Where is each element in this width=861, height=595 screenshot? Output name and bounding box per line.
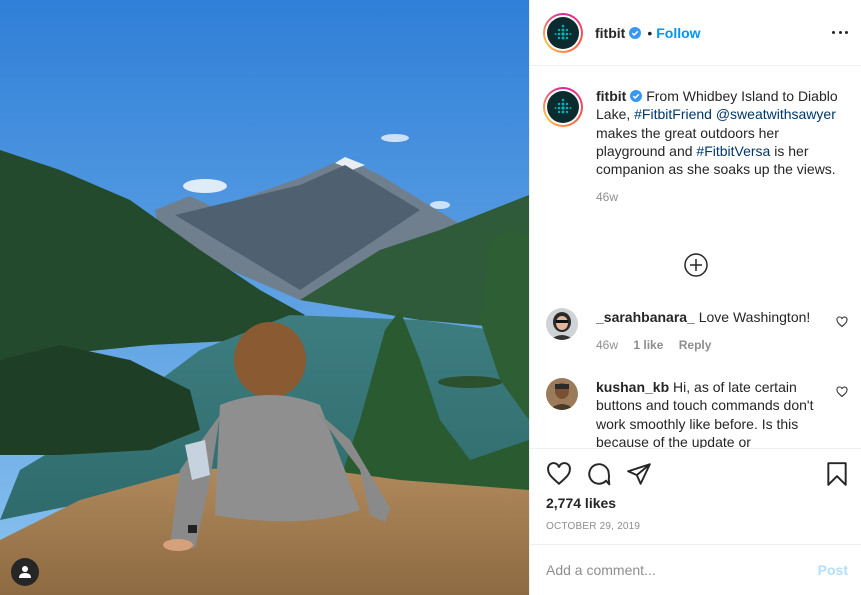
comment-text: Love Washington! bbox=[694, 309, 811, 325]
verified-badge-icon bbox=[629, 26, 642, 39]
post-caption: fitbit From Whidbey Island to Diablo Lak… bbox=[543, 87, 846, 178]
reply-button[interactable]: Reply bbox=[679, 338, 712, 352]
post-header: fitbit • Follow bbox=[530, 0, 861, 66]
instagram-post: fitbit • Follow fitbit From Whidbey Isla… bbox=[0, 0, 861, 595]
avatar[interactable] bbox=[546, 378, 578, 410]
caption-avatar[interactable] bbox=[543, 87, 583, 127]
paper-plane-icon[interactable] bbox=[626, 461, 652, 487]
verified-badge-icon bbox=[630, 90, 643, 102]
separator-dot: • bbox=[647, 24, 653, 41]
hashtag-link[interactable]: #FitbitFriend bbox=[634, 106, 712, 122]
avatar[interactable] bbox=[543, 12, 583, 53]
post-actions: 2,774 likes OCTOBER 29, 2019 bbox=[530, 448, 861, 544]
comment-body: kushan_kb Hi, as of late certain buttons… bbox=[596, 378, 818, 448]
comment-input[interactable] bbox=[546, 562, 818, 578]
avatar[interactable] bbox=[546, 308, 578, 340]
hashtag-link[interactable]: #FitbitVersa bbox=[696, 143, 770, 159]
comment-username[interactable]: _sarahbanara_ bbox=[596, 309, 695, 325]
comment-bubble-icon[interactable] bbox=[586, 461, 612, 487]
mention-link[interactable]: @sweatwithsawyer bbox=[716, 106, 836, 122]
follow-button[interactable]: Follow bbox=[656, 25, 700, 41]
post-date[interactable]: OCTOBER 29, 2019 bbox=[546, 521, 640, 532]
add-comment-bar: Post bbox=[530, 544, 861, 595]
comment-item: _sarahbanara_ Love Washington! 46w 1 lik… bbox=[543, 308, 848, 355]
fitbit-logo-icon bbox=[547, 91, 579, 123]
comment-meta: 46w 1 like Reply bbox=[596, 336, 818, 354]
comment-time[interactable]: 46w bbox=[596, 338, 618, 352]
lake-mountain-photo bbox=[0, 0, 529, 595]
post-comment-button[interactable]: Post bbox=[818, 562, 848, 578]
comment-item: kushan_kb Hi, as of late certain buttons… bbox=[543, 378, 848, 448]
post-side-panel: fitbit • Follow fitbit From Whidbey Isla… bbox=[529, 0, 861, 595]
bookmark-icon[interactable] bbox=[824, 461, 850, 487]
caption-username[interactable]: fitbit bbox=[596, 88, 626, 104]
likes-count[interactable]: 2,774 likes bbox=[546, 495, 616, 511]
caption-text: fitbit From Whidbey Island to Diablo Lak… bbox=[596, 87, 842, 178]
heart-icon[interactable] bbox=[546, 461, 572, 487]
heart-icon[interactable] bbox=[836, 386, 848, 398]
plus-circle-icon[interactable] bbox=[683, 252, 709, 278]
comment-likes[interactable]: 1 like bbox=[633, 338, 663, 352]
heart-icon[interactable] bbox=[836, 316, 848, 328]
user-tag-icon[interactable] bbox=[11, 558, 39, 586]
fitbit-logo-icon bbox=[547, 16, 579, 49]
comments-section[interactable]: fitbit From Whidbey Island to Diablo Lak… bbox=[530, 67, 861, 448]
more-options-icon[interactable] bbox=[832, 24, 848, 40]
caption-time[interactable]: 46w bbox=[596, 190, 846, 204]
post-photo[interactable] bbox=[0, 0, 529, 595]
comment-username[interactable]: kushan_kb bbox=[596, 379, 669, 395]
comment-body: _sarahbanara_ Love Washington! 46w 1 lik… bbox=[596, 308, 818, 355]
post-username[interactable]: fitbit bbox=[595, 25, 625, 41]
